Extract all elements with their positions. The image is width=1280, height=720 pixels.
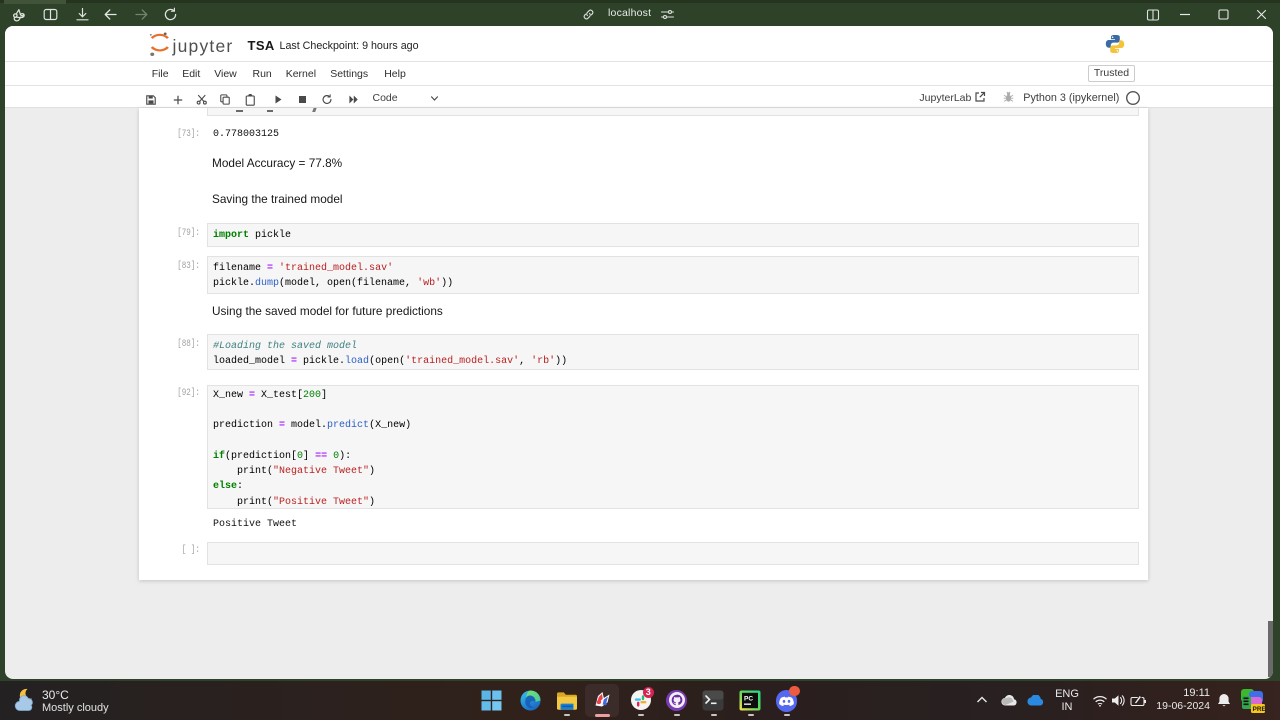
svg-text:PC: PC xyxy=(744,696,753,703)
svg-text:PRE: PRE xyxy=(1253,706,1267,713)
